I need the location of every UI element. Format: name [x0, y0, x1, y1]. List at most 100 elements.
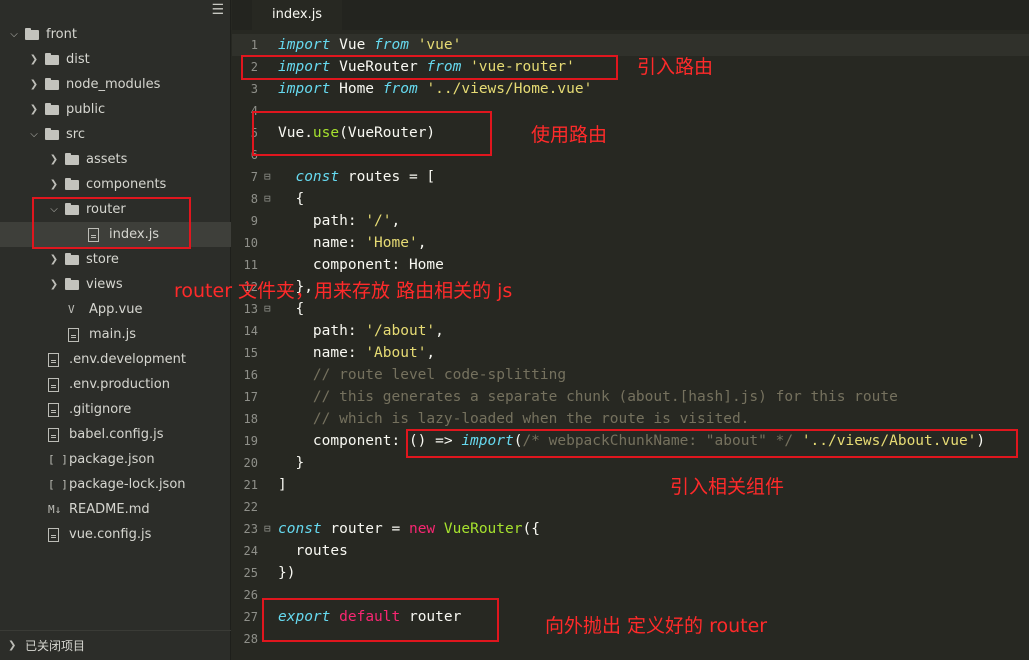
file-explorer-sidebar: ☰ ⌵ front ❯ dist ❯ node_modules ❯ public ⌵ src ❯ as… [0, 0, 231, 660]
code-text: { [278, 188, 304, 210]
tree-item-front[interactable]: ⌵ front [0, 22, 231, 47]
chevron-right-icon[interactable]: ❯ [48, 172, 60, 197]
code-line[interactable]: 15 name: 'About', [232, 342, 1029, 364]
chevron-right-icon[interactable]: ❯ [28, 72, 40, 97]
fold-toggle-icon[interactable]: ⊟ [264, 188, 271, 210]
tree-item-gitignore[interactable]: .gitignore [0, 397, 231, 422]
line-number: 16 [243, 368, 258, 382]
code-line[interactable]: 24 routes [232, 540, 1029, 562]
tree-item-components[interactable]: ❯ components [0, 172, 231, 197]
code-text: // which is lazy-loaded when the route i… [278, 408, 750, 430]
line-number: 25 [243, 566, 258, 580]
tree-item-package-json[interactable]: [ ] package.json [0, 447, 231, 472]
tree-item-label: package-lock.json [69, 477, 186, 492]
file-icon [48, 428, 62, 442]
code-token: ({ [522, 521, 540, 537]
code-text: } [278, 452, 304, 474]
tree-item-dist[interactable]: ❯ dist [0, 47, 231, 72]
line-number: 26 [243, 588, 258, 602]
chevron-right-icon: ❯ [8, 640, 17, 651]
tree-item-label: .env.production [69, 377, 170, 392]
tree-item-vue-config-js[interactable]: vue.config.js [0, 522, 231, 547]
code-line[interactable]: 14 path: '/about', [232, 320, 1029, 342]
code-token: router = [321, 521, 409, 537]
tree-item-label: components [86, 177, 167, 192]
tree-item-assets[interactable]: ❯ assets [0, 147, 231, 172]
code-line[interactable]: 21] [232, 474, 1029, 496]
tree-item-src[interactable]: ⌵ src [0, 122, 231, 147]
chevron-down-icon[interactable]: ⌵ [8, 22, 20, 47]
code-token: // route level code-splitting [278, 367, 567, 383]
tree-item-readme-md[interactable]: M↓ README.md [0, 497, 231, 522]
code-line[interactable]: 3 import Home from '../views/Home.vue' [232, 78, 1029, 100]
folder-icon [65, 278, 79, 291]
code-text: import Vue from 'vue' [278, 34, 461, 56]
chevron-right-icon[interactable]: ❯ [48, 272, 60, 297]
tree-item-label: .env.development [69, 352, 186, 367]
code-line[interactable]: 25}) [232, 562, 1029, 584]
tree-item-package-lock-json[interactable]: [ ] package-lock.json [0, 472, 231, 497]
closed-projects-section[interactable]: ❯ 已关闭项目 [0, 630, 231, 660]
code-line[interactable]: 18 // which is lazy-loaded when the rout… [232, 408, 1029, 430]
tree-item-label: views [86, 277, 123, 292]
line-number: 24 [243, 544, 258, 558]
annotation-export-router: 向外抛出 定义好的 router [545, 615, 768, 637]
code-token: // which is lazy-loaded when the route i… [278, 411, 750, 427]
code-line[interactable]: 22 [232, 496, 1029, 518]
code-line[interactable]: 10 name: 'Home', [232, 232, 1029, 254]
code-token: '/' [365, 213, 392, 229]
chevron-right-icon[interactable]: ❯ [48, 147, 60, 172]
file-icon [48, 528, 62, 542]
code-token: ] [278, 477, 287, 493]
code-token: 'vue' [417, 37, 462, 53]
code-line[interactable]: 8 ⊟ { [232, 188, 1029, 210]
tab-bar: index.js [232, 0, 1029, 30]
code-token: VueRouter [443, 521, 523, 537]
code-line[interactable]: 11 component: Home [232, 254, 1029, 276]
tree-item-node-modules[interactable]: ❯ node_modules [0, 72, 231, 97]
vue-file-icon: V [68, 303, 75, 316]
highlight-box-import-router [241, 55, 618, 80]
line-number: 11 [243, 258, 258, 272]
folder-icon [65, 178, 79, 191]
file-icon [68, 328, 82, 342]
tree-item-env-production[interactable]: .env.production [0, 372, 231, 397]
tab-index-js[interactable]: index.js [252, 0, 343, 30]
file-icon [48, 353, 62, 367]
code-token: // this generates a separate chunk (abou… [278, 389, 898, 405]
fold-toggle-icon[interactable]: ⊟ [264, 518, 271, 540]
code-line[interactable]: 7 ⊟ const routes = [ [232, 166, 1029, 188]
code-line[interactable]: 1 import Vue from 'vue' [232, 34, 1029, 56]
code-text: name: 'Home', [278, 232, 427, 254]
chevron-right-icon[interactable]: ❯ [28, 97, 40, 122]
tree-item-env-development[interactable]: .env.development [0, 347, 231, 372]
code-token: Vue [330, 37, 375, 53]
tree-item-public[interactable]: ❯ public [0, 97, 231, 122]
folder-icon [45, 128, 59, 141]
code-token: }) [278, 565, 296, 581]
hamburger-menu-icon[interactable]: ☰ [211, 3, 224, 17]
tree-item-main-js[interactable]: main.js [0, 322, 231, 347]
tree-item-label: src [66, 127, 85, 142]
folder-icon [45, 53, 59, 66]
chevron-right-icon[interactable]: ❯ [48, 247, 60, 272]
code-token: { [278, 191, 305, 207]
folder-icon [45, 78, 59, 91]
code-line[interactable]: 17 // this generates a separate chunk (a… [232, 386, 1029, 408]
highlight-box-use-router [252, 111, 492, 156]
fold-toggle-icon[interactable]: ⊟ [264, 166, 271, 188]
code-line[interactable]: 23 ⊟ const router = new VueRouter({ [232, 518, 1029, 540]
line-number: 27 [243, 610, 258, 624]
code-text: routes [278, 540, 347, 562]
code-text: // this generates a separate chunk (abou… [278, 386, 898, 408]
chevron-right-icon[interactable]: ❯ [28, 47, 40, 72]
tree-item-store[interactable]: ❯ store [0, 247, 231, 272]
code-token: } [278, 455, 305, 471]
code-line[interactable]: 9 path: '/', [232, 210, 1029, 232]
code-line[interactable]: 16 // route level code-splitting [232, 364, 1029, 386]
annotation-use-router: 使用路由 [531, 124, 608, 146]
chevron-down-icon[interactable]: ⌵ [28, 122, 40, 147]
code-text: path: '/about', [278, 320, 444, 342]
tree-item-babel-config-js[interactable]: babel.config.js [0, 422, 231, 447]
